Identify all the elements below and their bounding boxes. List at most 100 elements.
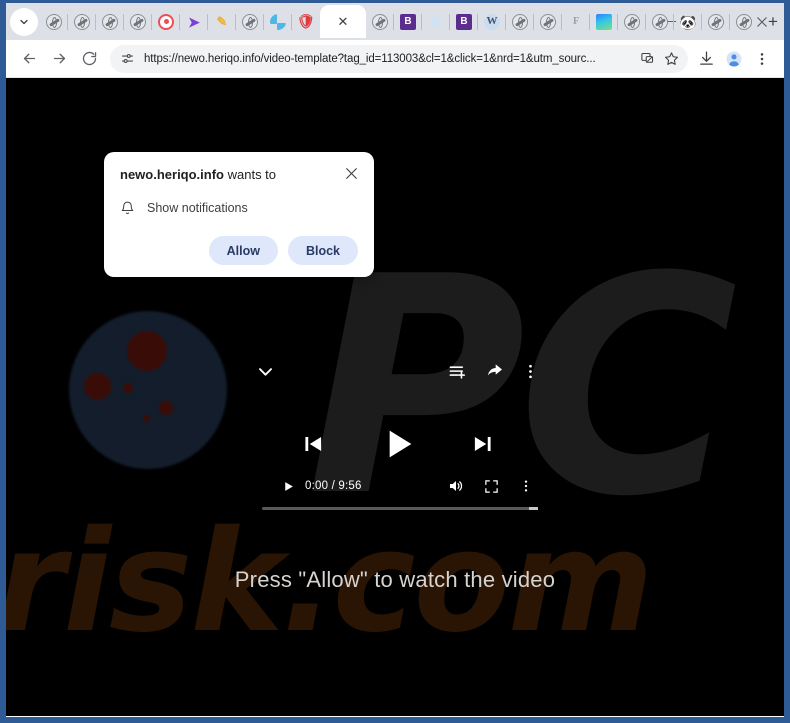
- volume-up-icon: [450, 481, 463, 491]
- player-settings-button[interactable]: [519, 479, 533, 493]
- permission-close-button[interactable]: [345, 167, 358, 183]
- tab-9[interactable]: [264, 5, 292, 38]
- download-icon: [699, 51, 713, 65]
- fox-favicon: 🐼: [680, 13, 696, 30]
- tab-20[interactable]: [590, 5, 618, 38]
- three-dot-menu-icon: [529, 364, 532, 379]
- tab-15[interactable]: B: [450, 5, 478, 38]
- player-collapse-button[interactable]: [256, 362, 275, 381]
- tab-14[interactable]: ☗: [422, 5, 450, 38]
- tab-13[interactable]: B: [394, 5, 422, 38]
- fullscreen-button[interactable]: [484, 479, 499, 494]
- small-play-button[interactable]: [282, 480, 295, 493]
- share-button[interactable]: [485, 362, 504, 381]
- downloads-button[interactable]: [692, 45, 720, 73]
- decorative-circle: [69, 311, 227, 469]
- red-shield-favicon: 🛡: [298, 13, 314, 30]
- play-icon: [389, 430, 411, 458]
- skip-previous-icon: [304, 436, 321, 452]
- tab-12[interactable]: [366, 5, 394, 38]
- video-progress-bar[interactable]: [262, 507, 538, 510]
- letter-b-favicon: B: [400, 13, 416, 30]
- bird-favicon: ➤: [188, 13, 200, 30]
- account-avatar-icon: [726, 51, 742, 66]
- fullscreen-icon: [485, 479, 498, 493]
- tab-16[interactable]: W: [478, 5, 506, 38]
- browser-window: ➤ ✎ 🛡 ✕ B ☗ B W F 🐼 + https://newo.heriq…: [6, 3, 784, 717]
- tab-22[interactable]: [646, 5, 674, 38]
- progress-buffered: [529, 507, 538, 510]
- site-settings-icon[interactable]: [118, 50, 136, 68]
- player-transport-controls: [252, 424, 543, 464]
- chevron-down-icon: [20, 19, 28, 24]
- notification-blocked-glyph: [640, 52, 653, 63]
- chevron-down-icon: [259, 368, 272, 376]
- volume-button[interactable]: [448, 478, 464, 494]
- gradient-square-favicon: [596, 13, 612, 30]
- tab-18[interactable]: [534, 5, 562, 38]
- tab-24[interactable]: [702, 5, 730, 38]
- tab-search-button[interactable]: [10, 7, 38, 36]
- permission-origin: newo.heriqo.info: [120, 167, 224, 182]
- tab-close-button[interactable]: ✕: [338, 15, 349, 28]
- tab-3[interactable]: [96, 5, 124, 38]
- star-icon: [664, 52, 678, 65]
- arrow-right-icon: [53, 53, 65, 64]
- tab-23[interactable]: 🐼: [674, 5, 702, 38]
- globe-cursor-favicon: [46, 13, 62, 30]
- three-dot-menu-icon: [524, 480, 528, 492]
- tab-2[interactable]: [68, 5, 96, 38]
- player-top-bar: [252, 362, 543, 381]
- bell-icon: [121, 201, 134, 215]
- address-bar[interactable]: https://newo.heriqo.info/video-template?…: [110, 44, 688, 73]
- video-player[interactable]: 0:00 / 9:56: [252, 350, 543, 510]
- share-arrow-icon: [487, 364, 503, 376]
- profile-button[interactable]: [720, 45, 748, 73]
- blue-squares-favicon: [270, 13, 286, 30]
- globe-favicon: [242, 13, 258, 30]
- tab-25[interactable]: [730, 5, 758, 38]
- tab-8[interactable]: [236, 5, 264, 38]
- globe-favicon: [708, 13, 724, 30]
- skip-next-icon: [474, 436, 491, 452]
- next-track-button[interactable]: [470, 431, 496, 457]
- forward-button[interactable]: [44, 44, 74, 74]
- notification-blocked-icon[interactable]: [636, 48, 658, 70]
- block-button[interactable]: Block: [287, 236, 358, 265]
- globe-favicon: [372, 13, 388, 30]
- player-bottom-bar: 0:00 / 9:56: [252, 478, 543, 494]
- tab-1[interactable]: [40, 5, 68, 38]
- globe-favicon: [652, 13, 668, 30]
- add-to-queue-button[interactable]: [448, 362, 467, 381]
- tab-10[interactable]: 🛡: [292, 5, 320, 38]
- bookmark-button[interactable]: [660, 48, 682, 70]
- letter-b-favicon: B: [456, 13, 472, 30]
- tab-21[interactable]: [618, 5, 646, 38]
- browser-menu-button[interactable]: [748, 45, 776, 73]
- tab-5[interactable]: [152, 5, 180, 38]
- url-text[interactable]: https://newo.heriqo.info/video-template?…: [144, 53, 636, 65]
- tab-19[interactable]: F: [562, 5, 590, 38]
- tab-4[interactable]: [124, 5, 152, 38]
- previous-track-button[interactable]: [300, 431, 326, 457]
- tab-6[interactable]: ➤: [180, 5, 208, 38]
- permission-request-row: Show notifications: [120, 200, 358, 216]
- allow-button[interactable]: Allow: [208, 236, 278, 265]
- back-button[interactable]: [14, 44, 44, 74]
- allow-instruction-text: Press "Allow" to watch the video: [234, 567, 556, 592]
- tab-strip: ➤ ✎ 🛡 ✕ B ☗ B W F 🐼 +: [6, 3, 784, 40]
- decorative-dot: [143, 415, 150, 422]
- player-top-actions: [448, 362, 539, 381]
- globe-favicon: [624, 13, 640, 30]
- reload-icon: [82, 51, 96, 66]
- browser-toolbar: https://newo.heriqo.info/video-template?…: [6, 40, 784, 78]
- tab-17[interactable]: [506, 5, 534, 38]
- permission-title-suffix: wants to: [224, 167, 277, 182]
- notification-permission-dialog[interactable]: newo.heriqo.info wants to Show notificat…: [104, 152, 374, 277]
- reload-button[interactable]: [74, 44, 104, 74]
- tab-7[interactable]: ✎: [208, 5, 236, 38]
- three-dot-menu-icon: [760, 52, 764, 65]
- play-button[interactable]: [378, 424, 418, 464]
- active-tab[interactable]: ✕: [320, 5, 366, 38]
- player-more-options-button[interactable]: [522, 363, 539, 380]
